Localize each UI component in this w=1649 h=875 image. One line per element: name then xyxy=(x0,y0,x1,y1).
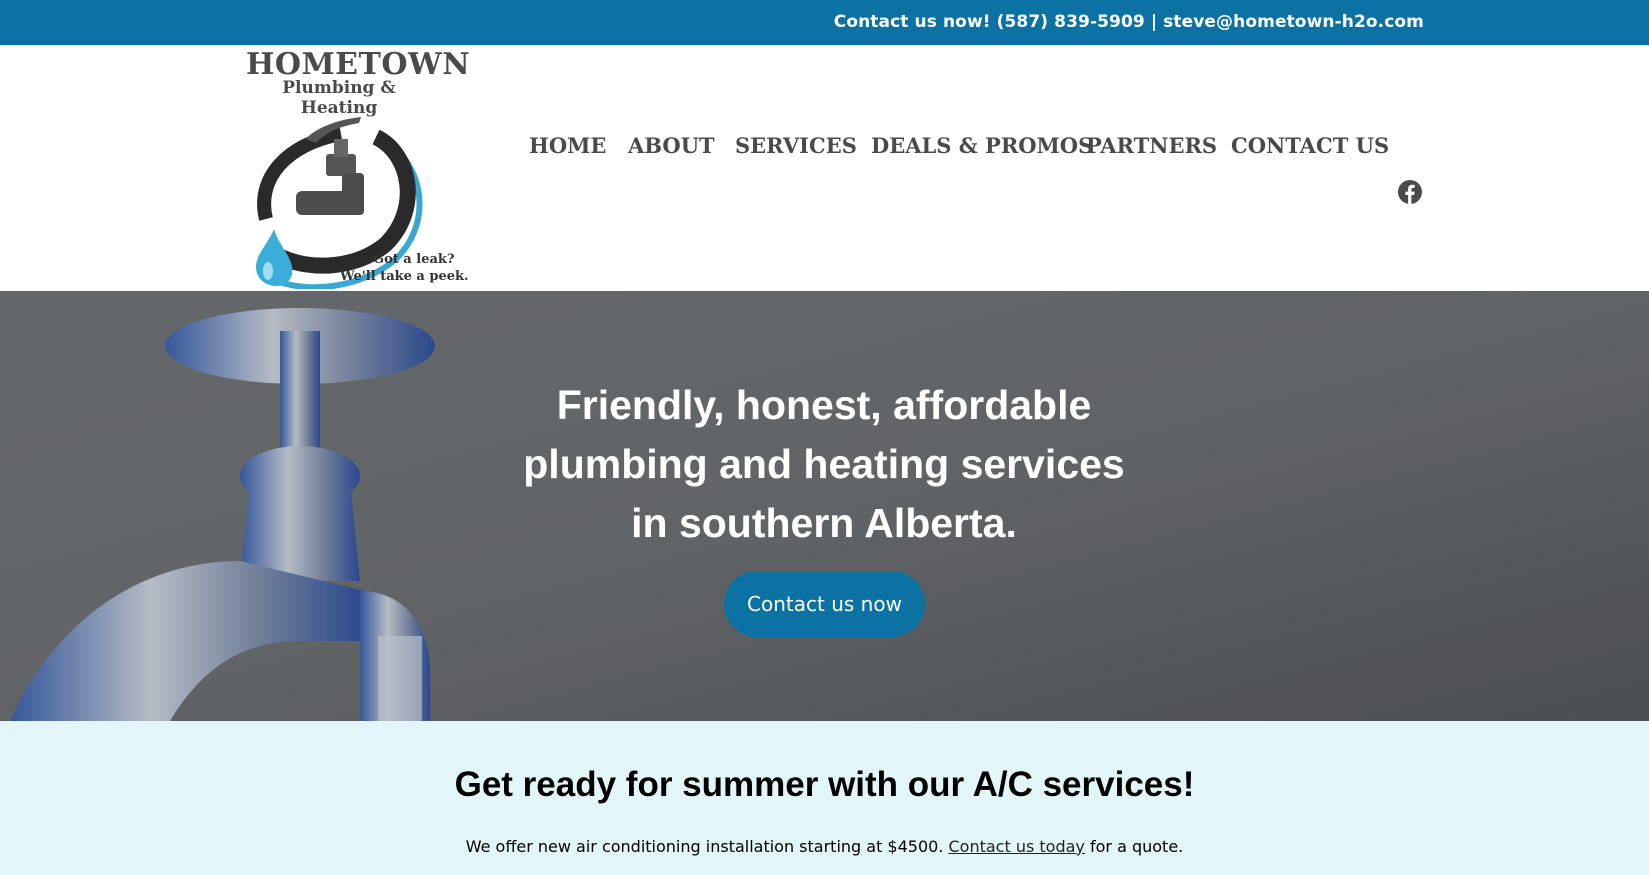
promo-text: We offer new air conditioning installati… xyxy=(0,837,1649,856)
nav-item-about[interactable]: ABOUT xyxy=(628,133,715,158)
site-logo[interactable]: HOMETOWN Plumbing & Heating Got a leak? … xyxy=(246,47,471,289)
logo-tagline-2: We'll take a peek. xyxy=(340,269,469,284)
nav-item-partners[interactable]: PARTNERS xyxy=(1086,133,1217,158)
hero-banner: Friendly, honest, affordable plumbing an… xyxy=(0,291,1649,721)
top-contact-bar: Contact us now! (587) 839-5909 | steve@h… xyxy=(0,0,1649,45)
nav-item-deals-promos[interactable]: DEALS & PROMOS xyxy=(871,133,1093,158)
logo-tagline-1: Got a leak? xyxy=(373,252,455,267)
hero-title: Friendly, honest, affordable plumbing an… xyxy=(474,376,1174,553)
hero-title-line-2: plumbing and heating services xyxy=(523,441,1125,487)
contact-us-now-button[interactable]: Contact us now xyxy=(724,571,925,637)
contact-us-today-link[interactable]: Contact us today xyxy=(949,837,1085,856)
nav-item-services[interactable]: SERVICES xyxy=(735,133,857,158)
nav-item-home[interactable]: HOME xyxy=(529,133,606,158)
site-header: HOMETOWN Plumbing & Heating Got a leak? … xyxy=(0,45,1649,291)
logo-title: HOMETOWN xyxy=(246,47,471,82)
hero-title-line-1: Friendly, honest, affordable xyxy=(556,382,1092,428)
nav-item-contact-us[interactable]: CONTACT US xyxy=(1231,133,1389,158)
promo-heading: Get ready for summer with our A/C servic… xyxy=(454,765,1195,804)
ac-promo-section: Get ready for summer with our A/C servic… xyxy=(0,721,1649,875)
promo-text-after: for a quote. xyxy=(1084,837,1184,856)
facebook-icon[interactable] xyxy=(1398,180,1422,204)
hero-title-line-3: in southern Alberta. xyxy=(631,500,1017,546)
topbar-contact-text: Contact us now! (587) 839-5909 | steve@h… xyxy=(833,12,1424,32)
promo-text-before: We offer new air conditioning installati… xyxy=(465,837,949,856)
